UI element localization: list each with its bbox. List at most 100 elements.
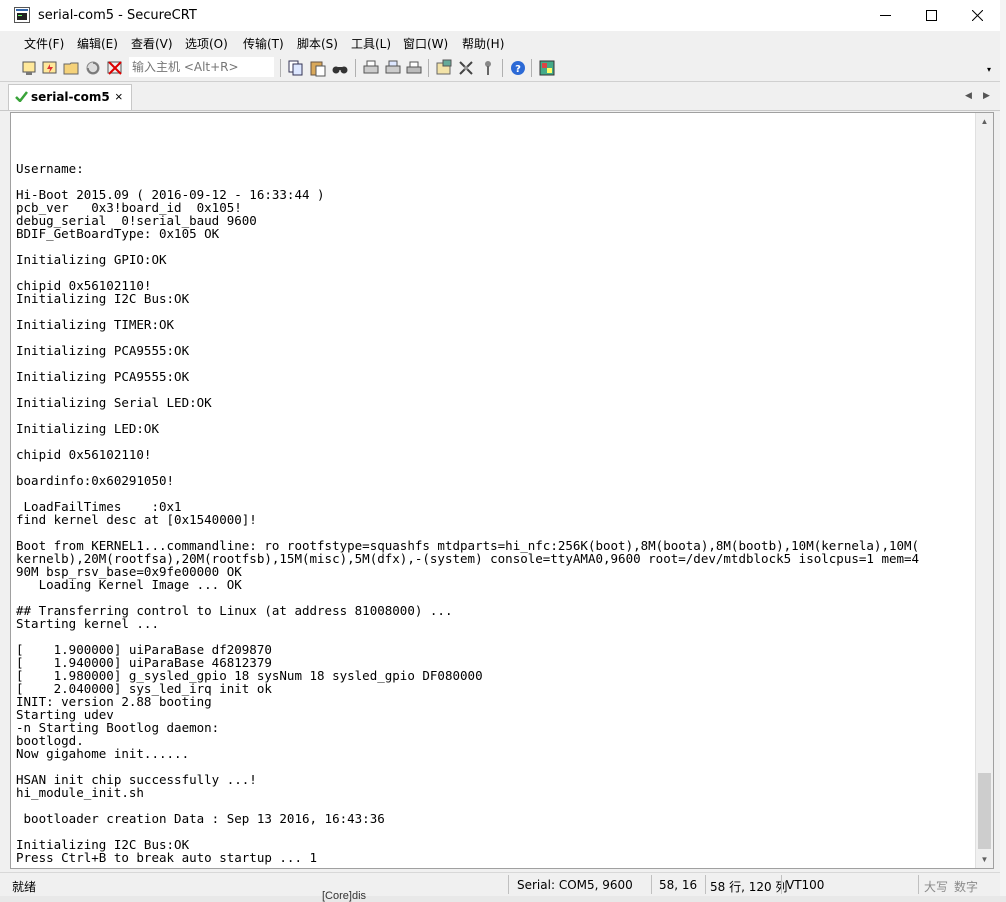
terminal-output[interactable]: Username: Hi-Boot 2015.09 ( 2016-09-12 - … [16, 136, 976, 866]
help-icon[interactable]: ? [509, 59, 527, 77]
menu-transfer[interactable]: 传输(T) [243, 35, 284, 52]
terminal-line: chipid 0x56102110! [16, 447, 152, 462]
terminal-line: Press Ctrl+B to break auto startup ... 1 [16, 850, 318, 865]
menu-bar: 文件(F) 编辑(E) 查看(V) 选项(O) 传输(T) 脚本(S) 工具(L… [0, 31, 1000, 53]
securecrt-window: serial-com5 - SecureCRT 文件(F) 编辑(E) 查看(V… [0, 0, 1001, 902]
scroll-up-icon[interactable]: ▲ [976, 113, 993, 130]
connect-in-tab-icon[interactable] [62, 59, 80, 77]
tab-serial-com5[interactable]: serial-com5 × [8, 84, 132, 110]
scroll-down-icon[interactable]: ▼ [976, 851, 993, 868]
scroll-thumb[interactable] [978, 773, 991, 849]
status-num: 数字 [954, 880, 979, 894]
svg-text:?: ? [515, 64, 521, 75]
tab-scroll-left-icon[interactable]: ◀ [965, 90, 972, 101]
menu-edit[interactable]: 编辑(E) [77, 35, 118, 52]
status-separator [918, 875, 919, 894]
status-connection: Serial: COM5, 9600 [517, 878, 633, 892]
toolbar-separator [355, 59, 356, 77]
terminal-line: Initializing PCA9555:OK [16, 369, 190, 384]
tab-close-icon[interactable]: × [115, 89, 123, 104]
global-options-icon[interactable] [457, 59, 475, 77]
background-strip [0, 896, 1006, 902]
tab-label: serial-com5 [31, 90, 110, 104]
tab-bar: serial-com5 × ◀ ▶ [0, 82, 1000, 111]
terminal-line: Starting kernel ... [16, 616, 159, 631]
session-options-icon[interactable] [435, 59, 453, 77]
menu-window[interactable]: 窗口(W) [403, 35, 448, 52]
close-icon [971, 10, 983, 21]
terminal-line: ## Transferring control to Linux (at add… [16, 603, 453, 618]
vertical-scrollbar[interactable]: ▲ ▼ [975, 113, 993, 868]
status-caps: 大写 [924, 880, 949, 894]
menu-help[interactable]: 帮助(H) [462, 35, 504, 52]
session-manager-icon[interactable] [538, 59, 556, 77]
terminal-line: Initializing LED:OK [16, 421, 159, 436]
status-separator [508, 875, 509, 894]
disconnect-icon[interactable] [106, 59, 124, 77]
background-text: [Core]dis [322, 890, 367, 902]
status-bar: 就绪 Serial: COM5, 9600 58, 16 58 行, 120 列… [0, 872, 1000, 897]
maximize-icon [925, 10, 937, 21]
toolbar-separator [531, 59, 532, 77]
menu-script[interactable]: 脚本(S) [297, 35, 338, 52]
toolbar-separator [428, 59, 429, 77]
terminal-line: Loading Kernel Image ... OK [16, 577, 242, 592]
toolbar-overflow-icon[interactable]: ▾ [987, 65, 991, 74]
terminal-line: INIT: version 2.88 booting [16, 694, 212, 709]
title-bar: serial-com5 - SecureCRT [0, 0, 1000, 31]
terminal-line: Initializing PCA9555:OK [16, 343, 190, 358]
quick-connect-icon[interactable] [41, 59, 59, 77]
terminal-line: hi_module_init.sh [16, 785, 144, 800]
copy-icon[interactable] [287, 59, 305, 77]
terminal-line: BDIF_GetBoardType: 0x105 OK [16, 226, 220, 241]
terminal-line: bootloader creation Data : Sep 13 2016, … [16, 811, 385, 826]
status-separator [781, 875, 782, 894]
find-icon[interactable] [331, 59, 349, 77]
terminal-line: find kernel desc at [0x1540000]! [16, 512, 257, 527]
menu-options[interactable]: 选项(O) [185, 35, 228, 52]
menu-view[interactable]: 查看(V) [131, 35, 173, 52]
window-title: serial-com5 - SecureCRT [38, 8, 197, 23]
print-screen-icon[interactable] [362, 59, 380, 77]
terminal-line: Username: [16, 161, 84, 176]
terminal-line: boardinfo:0x60291050! [16, 473, 175, 488]
terminal-line: HSAN init chip successfully ...! [16, 772, 257, 787]
status-size: 58 行, 120 列 [710, 880, 788, 894]
paste-icon[interactable] [309, 59, 327, 77]
connected-check-icon [15, 91, 28, 102]
menu-file[interactable]: 文件(F) [24, 35, 64, 52]
print-icon[interactable] [405, 59, 423, 77]
minimize-icon [879, 15, 891, 16]
reconnect-icon[interactable] [84, 59, 102, 77]
toolbar-separator [502, 59, 503, 77]
status-separator [651, 875, 652, 894]
terminal-line: Initializing GPIO:OK [16, 252, 167, 267]
tab-scroll-right-icon[interactable]: ▶ [983, 90, 990, 101]
terminal-line: Initializing Serial LED:OK [16, 395, 212, 410]
terminal-line: Initializing I2C Bus:OK [16, 291, 190, 306]
maximize-button[interactable] [908, 0, 954, 31]
terminal-line: Initializing TIMER:OK [16, 317, 175, 332]
status-ready: 就绪 [12, 880, 37, 894]
background-window-edge [1000, 0, 1006, 902]
status-cursor: 58, 16 [659, 878, 698, 892]
terminal-frame: Username: Hi-Boot 2015.09 ( 2016-09-12 - … [10, 112, 994, 869]
status-emulation: VT100 [786, 878, 825, 892]
host-input[interactable] [129, 57, 274, 77]
menu-tools[interactable]: 工具(L) [351, 35, 391, 52]
app-icon [14, 7, 30, 23]
print-selection-icon[interactable] [384, 59, 402, 77]
keymap-icon[interactable] [479, 59, 497, 77]
status-separator [705, 875, 706, 894]
connect-icon[interactable] [20, 59, 38, 77]
toolbar-separator [280, 59, 281, 77]
minimize-button[interactable] [862, 0, 908, 31]
terminal-line: -n Starting Bootlog daemon: [16, 720, 220, 735]
close-window-button[interactable] [954, 0, 1000, 31]
toolbar: ? ▾ [0, 55, 1000, 82]
